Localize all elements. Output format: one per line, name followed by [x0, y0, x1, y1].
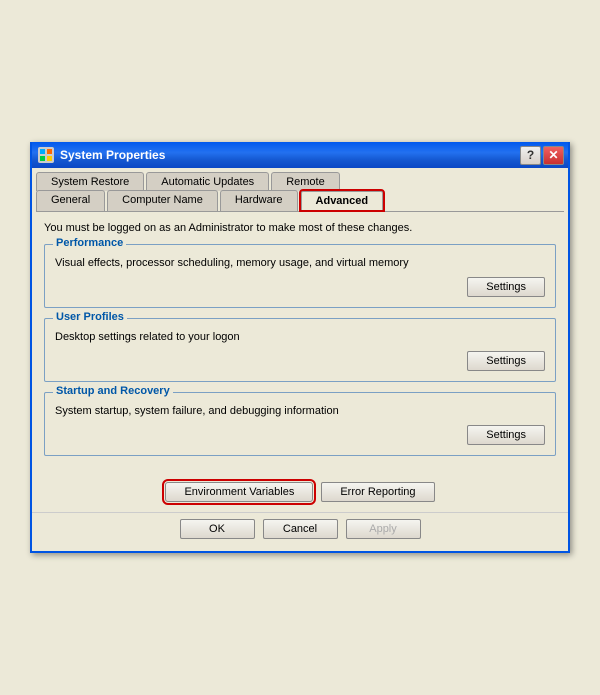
startup-recovery-label: Startup and Recovery: [53, 385, 173, 397]
window-icon: [38, 147, 54, 163]
tab-computer-name[interactable]: Computer Name: [107, 190, 218, 211]
apply-button[interactable]: Apply: [346, 519, 421, 539]
title-bar-text: System Properties: [60, 148, 165, 162]
system-properties-window: System Properties ? ✕ System Restore Aut…: [30, 142, 570, 553]
user-profiles-description: Desktop settings related to your logon: [55, 331, 545, 343]
environment-variables-button[interactable]: Environment Variables: [165, 482, 313, 502]
user-profiles-btn-row: Settings: [55, 351, 545, 371]
user-profiles-settings-button[interactable]: Settings: [467, 351, 545, 371]
help-button[interactable]: ?: [520, 146, 541, 165]
title-bar-title-group: System Properties: [38, 147, 165, 163]
title-bar-buttons: ? ✕: [520, 146, 564, 165]
tab-general[interactable]: General: [36, 190, 105, 211]
tabs-bottom-row: General Computer Name Hardware Advanced: [32, 190, 568, 211]
user-profiles-label: User Profiles: [53, 311, 127, 323]
admin-notice: You must be logged on as an Administrato…: [44, 222, 556, 234]
title-bar: System Properties ? ✕: [32, 142, 568, 168]
ok-button[interactable]: OK: [180, 519, 255, 539]
performance-description: Visual effects, processor scheduling, me…: [55, 257, 545, 269]
performance-section: Performance Visual effects, processor sc…: [44, 244, 556, 308]
tab-advanced[interactable]: Advanced: [300, 190, 385, 211]
startup-recovery-section: Startup and Recovery System startup, sys…: [44, 392, 556, 456]
tabs-top-row: System Restore Automatic Updates Remote: [32, 168, 568, 191]
performance-btn-row: Settings: [55, 277, 545, 297]
tab-content-advanced: You must be logged on as an Administrato…: [32, 212, 568, 476]
middle-button-row: Environment Variables Error Reporting: [32, 476, 568, 508]
startup-recovery-btn-row: Settings: [55, 425, 545, 445]
startup-recovery-description: System startup, system failure, and debu…: [55, 405, 545, 417]
error-reporting-button[interactable]: Error Reporting: [321, 482, 434, 502]
tab-automatic-updates[interactable]: Automatic Updates: [146, 172, 269, 191]
tab-system-restore[interactable]: System Restore: [36, 172, 144, 191]
startup-recovery-settings-button[interactable]: Settings: [467, 425, 545, 445]
bottom-button-row: OK Cancel Apply: [32, 512, 568, 551]
tab-remote[interactable]: Remote: [271, 172, 340, 191]
user-profiles-section: User Profiles Desktop settings related t…: [44, 318, 556, 382]
performance-settings-button[interactable]: Settings: [467, 277, 545, 297]
cancel-button[interactable]: Cancel: [263, 519, 338, 539]
performance-label: Performance: [53, 237, 126, 249]
tab-hardware[interactable]: Hardware: [220, 190, 298, 211]
close-button[interactable]: ✕: [543, 146, 564, 165]
